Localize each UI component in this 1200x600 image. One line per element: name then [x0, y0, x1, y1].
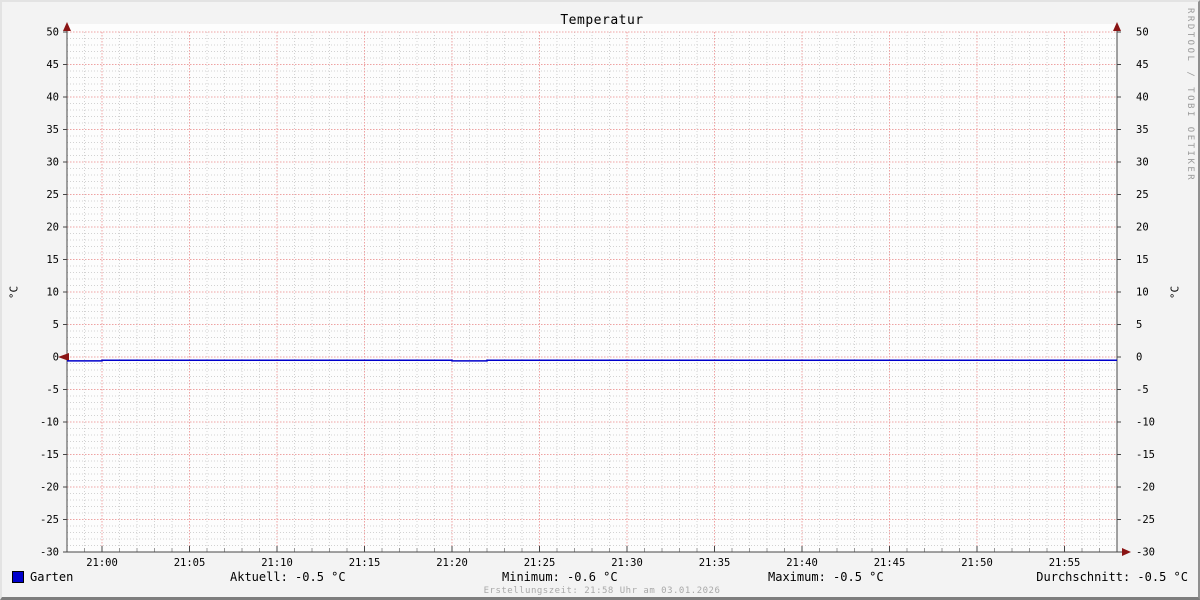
y-axis-label-left: 5	[53, 319, 59, 331]
y-axis-label-right: 40	[1136, 92, 1149, 104]
stat-maximum: Maximum: -0.5 °C	[768, 570, 884, 584]
x-axis-label: 21:35	[699, 557, 731, 569]
y-axis-label-left: -10	[40, 417, 59, 429]
y-axis-label-left: 0	[53, 352, 59, 364]
x-axis-label: 21:50	[961, 557, 993, 569]
x-axis-label: 21:45	[874, 557, 906, 569]
y-axis-label-right: 20	[1136, 222, 1149, 234]
y-axis-label-right: -25	[1136, 514, 1155, 526]
rrd-temperature-graph: 50 50 45 45 40 40 35 35 30 30 25 25 20 20 15 15 10 10 5 5 0 0…	[0, 0, 1200, 600]
y-axis-label-left: -5	[46, 384, 59, 396]
stat-minimum: Minimum: -0.6 °C	[502, 570, 618, 584]
x-axis-label: 21:05	[174, 557, 206, 569]
x-axis-label: 21:20	[436, 557, 468, 569]
y-axis-label-right: -30	[1136, 547, 1155, 559]
stat-aktuell: Aktuell: -0.5 °C	[230, 570, 346, 584]
x-axis-label: 21:30	[611, 557, 643, 569]
legend-item-garten: Garten	[12, 570, 73, 584]
y-axis-label-left: 15	[46, 254, 59, 266]
y-axis-label-left: 25	[46, 189, 59, 201]
y-axis-label-left: 20	[46, 222, 59, 234]
y-axis-label-left: -30	[40, 547, 59, 559]
x-axis-label: 21:25	[524, 557, 556, 569]
right-axis-unit-label: °C	[1168, 285, 1182, 300]
y-axis-label-right: 5	[1136, 319, 1142, 331]
y-axis-label-right: -5	[1136, 384, 1149, 396]
y-axis-label-right: 35	[1136, 124, 1149, 136]
y-axis-label-right: 30	[1136, 157, 1149, 169]
y-axis-label-left: 35	[46, 124, 59, 136]
y-axis-label-right: 45	[1136, 59, 1149, 71]
y-axis-label-right: -10	[1136, 417, 1155, 429]
y-axis-label-left: 50	[46, 27, 59, 39]
x-axis-label: 21:10	[261, 557, 293, 569]
zero-line-arrow-left	[58, 353, 69, 361]
x-axis-arrow-right	[1122, 548, 1131, 556]
legend-row: Garten Aktuell: -0.5 °C Minimum: -0.6 °C…	[2, 569, 1198, 587]
x-axis-label: 21:55	[1049, 557, 1081, 569]
creation-time-footer: Erstellungszeit: 21:58 Uhr am 03.01.2026	[483, 586, 721, 596]
y-axis-label-left: -20	[40, 482, 59, 494]
y-axis-label-left: 10	[46, 287, 59, 299]
series-label: Garten	[30, 570, 74, 584]
temperature-chart-canvas: 50 5045 4540 4035 3530 3025 2520 2015 1510 105 50 0…	[40, 22, 1155, 569]
y-axis-label-right: -20	[1136, 482, 1155, 494]
y-axis-label-right: 0	[1136, 352, 1142, 364]
stat-durchschnitt: Durchschnitt: -0.5 °C	[1036, 570, 1188, 584]
left-axis-unit-label: °C	[7, 285, 21, 300]
y-axis-label-right: -15	[1136, 449, 1155, 461]
temperature-series-line	[67, 359, 1117, 362]
x-axis-label: 21:40	[786, 557, 818, 569]
y-axis-label-left: 30	[46, 157, 59, 169]
rrdtool-watermark: RRDTOOL / TOBI OETIKER	[1185, 8, 1195, 183]
y-axis-label-right: 50	[1136, 27, 1149, 39]
chart-title: Temperatur	[560, 13, 644, 28]
series-color-swatch	[12, 571, 24, 583]
y-axis-label-right: 15	[1136, 254, 1149, 266]
y-axis-label-left: 45	[46, 59, 59, 71]
y-axis-label-left: -25	[40, 514, 59, 526]
y-axis-label-left: -15	[40, 449, 59, 461]
x-axis-label: 21:00	[86, 557, 118, 569]
y-axis-label-right: 25	[1136, 189, 1149, 201]
y-axis-label-right: 10	[1136, 287, 1149, 299]
y-axis-label-left: 40	[46, 92, 59, 104]
x-axis-label: 21:15	[349, 557, 381, 569]
